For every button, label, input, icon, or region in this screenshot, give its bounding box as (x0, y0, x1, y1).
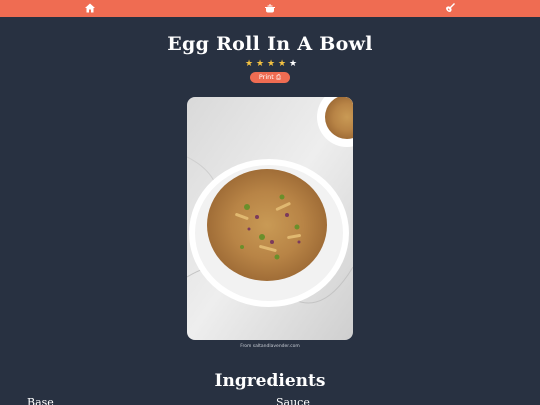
home-icon[interactable] (83, 1, 97, 15)
star-empty-icon: ★ (288, 59, 298, 69)
cooking-pot-icon[interactable] (263, 1, 277, 15)
recipe-title: Egg Roll In A Bowl (167, 33, 373, 55)
ingredient-group-base: Base (27, 396, 54, 405)
star-filled-icon: ★ (244, 59, 254, 69)
recipe-photo (187, 97, 353, 340)
star-rating: ★ ★ ★ ★ ★ (244, 59, 298, 69)
image-credit: From saltandlavender.com (240, 344, 300, 349)
printer-icon: ⎙ (275, 73, 282, 81)
whisk-icon[interactable] (443, 1, 457, 15)
ingredient-group-sauce: Sauce (276, 396, 310, 405)
star-filled-icon: ★ (266, 59, 276, 69)
star-filled-icon: ★ (255, 59, 265, 69)
star-filled-icon: ★ (277, 59, 287, 69)
print-button[interactable]: Print ⎙ (250, 72, 290, 83)
top-nav-bar (0, 0, 540, 17)
print-label: Print (258, 73, 274, 81)
ingredients-heading: Ingredients (214, 371, 326, 391)
